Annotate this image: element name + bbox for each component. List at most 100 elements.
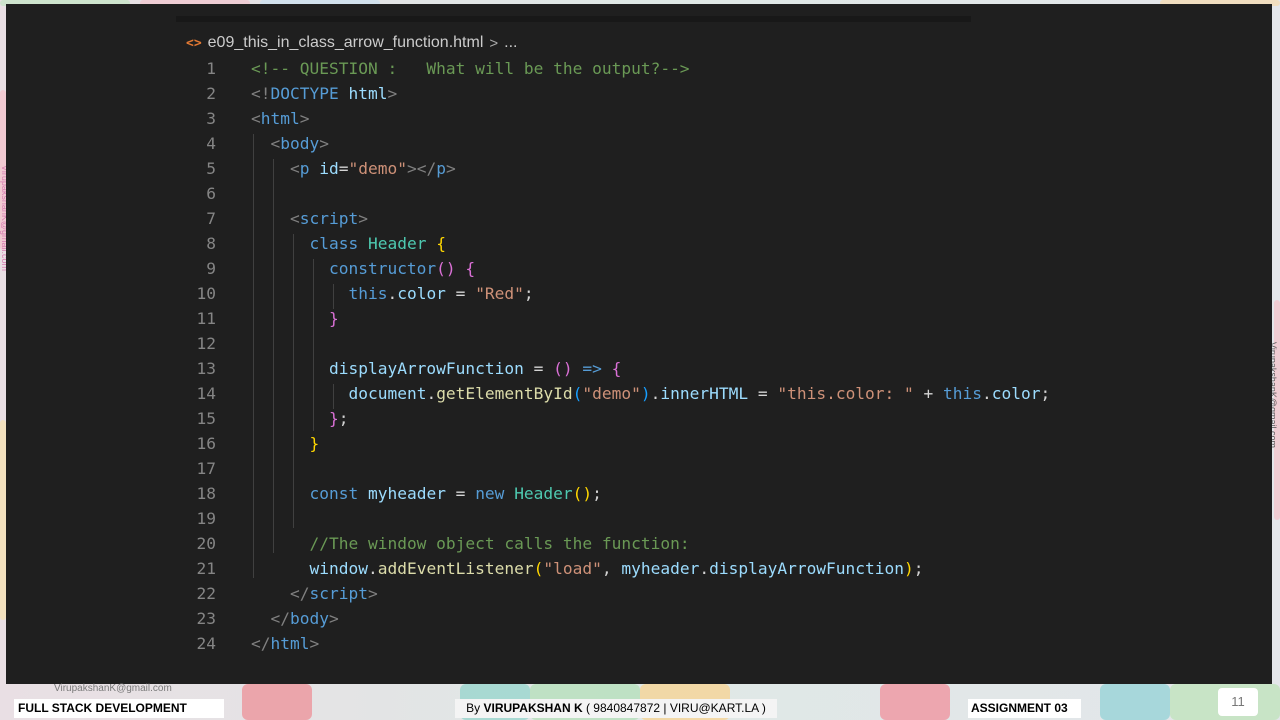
code-token: . bbox=[387, 284, 398, 303]
code-token: getElementById bbox=[436, 384, 573, 403]
code-line[interactable]: 19 bbox=[176, 506, 1276, 531]
code-token: { bbox=[436, 234, 446, 253]
code-line[interactable]: 14 document.getElementById("demo").inner… bbox=[176, 381, 1276, 406]
line-text: document.getElementById("demo").innerHTM… bbox=[251, 381, 1050, 406]
code-token: > bbox=[319, 134, 329, 153]
code-token: > bbox=[367, 584, 378, 603]
code-token: . bbox=[426, 384, 437, 403]
decor-tile bbox=[242, 684, 312, 720]
code-token: displayArrowFunction bbox=[709, 559, 905, 578]
line-text: </script> bbox=[251, 581, 378, 606]
code-token: { bbox=[465, 259, 476, 278]
line-number: 20 bbox=[196, 534, 217, 553]
code-token: script bbox=[309, 584, 368, 603]
code-token: <!-- QUESTION : What will be the output?… bbox=[251, 59, 690, 78]
code-token: </ bbox=[289, 584, 310, 603]
code-line[interactable]: 6 bbox=[176, 181, 1276, 206]
code-token: < bbox=[251, 109, 261, 128]
code-token: body bbox=[290, 609, 329, 628]
code-line[interactable]: 15 }; bbox=[176, 406, 1276, 431]
line-number: 5 bbox=[206, 159, 216, 178]
breadcrumb-filename[interactable]: e09_this_in_class_arrow_function.html bbox=[208, 34, 484, 52]
code-token: Header bbox=[514, 484, 573, 503]
code-screenshot-slide: < > e09_this_in_class_arrow_function.html… bbox=[6, 4, 1272, 684]
code-token: "Red" bbox=[475, 284, 524, 303]
code-token: //The window object calls the function: bbox=[309, 534, 690, 553]
code-token: class bbox=[309, 234, 359, 253]
code-token: constructor bbox=[328, 259, 437, 278]
line-text: <body> bbox=[251, 131, 329, 156]
code-token: ; bbox=[913, 559, 924, 578]
code-token: html bbox=[270, 634, 310, 653]
code-line[interactable]: 7 <script> bbox=[176, 206, 1276, 231]
code-token: window bbox=[309, 559, 368, 578]
line-number: 17 bbox=[196, 459, 217, 478]
code-area[interactable]: 1 <!-- QUESTION : What will be the output… bbox=[176, 56, 1276, 656]
code-line[interactable]: 13 displayArrowFunction = () => { bbox=[176, 356, 1276, 381]
footer-email: VirupakshanK@gmail.com bbox=[54, 683, 172, 694]
line-text: </body> bbox=[251, 606, 339, 631]
code-token: = bbox=[445, 484, 476, 503]
code-token: html bbox=[348, 84, 388, 103]
line-text: window.addEventListener("load", myheader… bbox=[251, 556, 924, 581]
code-token: "demo" bbox=[348, 159, 407, 178]
code-token: + bbox=[913, 384, 944, 403]
line-text: <html> bbox=[251, 106, 309, 131]
code-line[interactable]: 11 } bbox=[176, 306, 1276, 331]
code-token: id bbox=[319, 159, 339, 178]
code-token: Header bbox=[367, 234, 427, 253]
code-token: ) bbox=[904, 559, 914, 578]
code-line[interactable]: 5 <p id="demo"></p> bbox=[176, 156, 1276, 181]
line-text: const myheader = new Header(); bbox=[251, 481, 601, 506]
code-line[interactable]: 18 const myheader = new Header(); bbox=[176, 481, 1276, 506]
page-number: 11 bbox=[1218, 688, 1258, 716]
code-line[interactable]: 9 constructor() { bbox=[176, 256, 1276, 281]
line-number: 19 bbox=[196, 509, 217, 528]
line-text: //The window object calls the function: bbox=[251, 531, 690, 556]
line-text: this.color = "Red"; bbox=[251, 281, 533, 306]
code-token: "load" bbox=[543, 559, 602, 578]
code-line[interactable]: 22 </script> bbox=[176, 581, 1276, 606]
code-line[interactable]: 24 </html> bbox=[176, 631, 1276, 656]
code-token: . bbox=[367, 559, 378, 578]
line-number: 21 bbox=[196, 559, 217, 578]
breadcrumb[interactable]: <> e09_this_in_class_arrow_function.html… bbox=[186, 32, 517, 54]
code-token: < bbox=[270, 134, 281, 153]
code-editor: < > e09_this_in_class_arrow_function.html… bbox=[176, 16, 1050, 666]
line-number: 3 bbox=[206, 109, 216, 128]
code-line[interactable]: 23 </body> bbox=[176, 606, 1276, 631]
code-token: } bbox=[328, 309, 339, 328]
code-line[interactable]: 3 <html> bbox=[176, 106, 1276, 131]
code-line[interactable]: 17 bbox=[176, 456, 1276, 481]
author-credit: By VIRUPAKSHAN K ( 9840847872 | VIRU@KAR… bbox=[455, 699, 777, 718]
author-prefix: By bbox=[466, 701, 484, 715]
line-text: <p id="demo"></p> bbox=[251, 156, 456, 181]
line-number: 1 bbox=[206, 59, 216, 78]
code-line[interactable]: 8 class Header { bbox=[176, 231, 1276, 256]
code-line[interactable]: 21 window.addEventListener("load", myhea… bbox=[176, 556, 1276, 581]
code-token: body bbox=[280, 134, 320, 153]
code-line[interactable]: 4 <body> bbox=[176, 131, 1276, 156]
line-text: constructor() { bbox=[251, 256, 475, 281]
code-line[interactable]: 20 //The window object calls the functio… bbox=[176, 531, 1276, 556]
code-line[interactable]: 2 <!DOCTYPE html> bbox=[176, 81, 1276, 106]
code-line[interactable]: 1 <!-- QUESTION : What will be the output… bbox=[176, 56, 1276, 81]
code-line[interactable]: 16 } bbox=[176, 431, 1276, 456]
code-token: = bbox=[748, 384, 778, 403]
code-token: ( bbox=[533, 559, 544, 578]
code-token: . bbox=[982, 384, 992, 403]
code-token: = bbox=[523, 359, 554, 378]
line-text: <!DOCTYPE html> bbox=[251, 81, 397, 106]
code-line[interactable]: 10 this.color = "Red"; bbox=[176, 281, 1276, 306]
line-text: <script> bbox=[251, 206, 368, 231]
code-line[interactable]: 12 bbox=[176, 331, 1276, 356]
breadcrumb-more[interactable]: ... bbox=[504, 34, 517, 52]
code-token: ; bbox=[338, 409, 349, 428]
